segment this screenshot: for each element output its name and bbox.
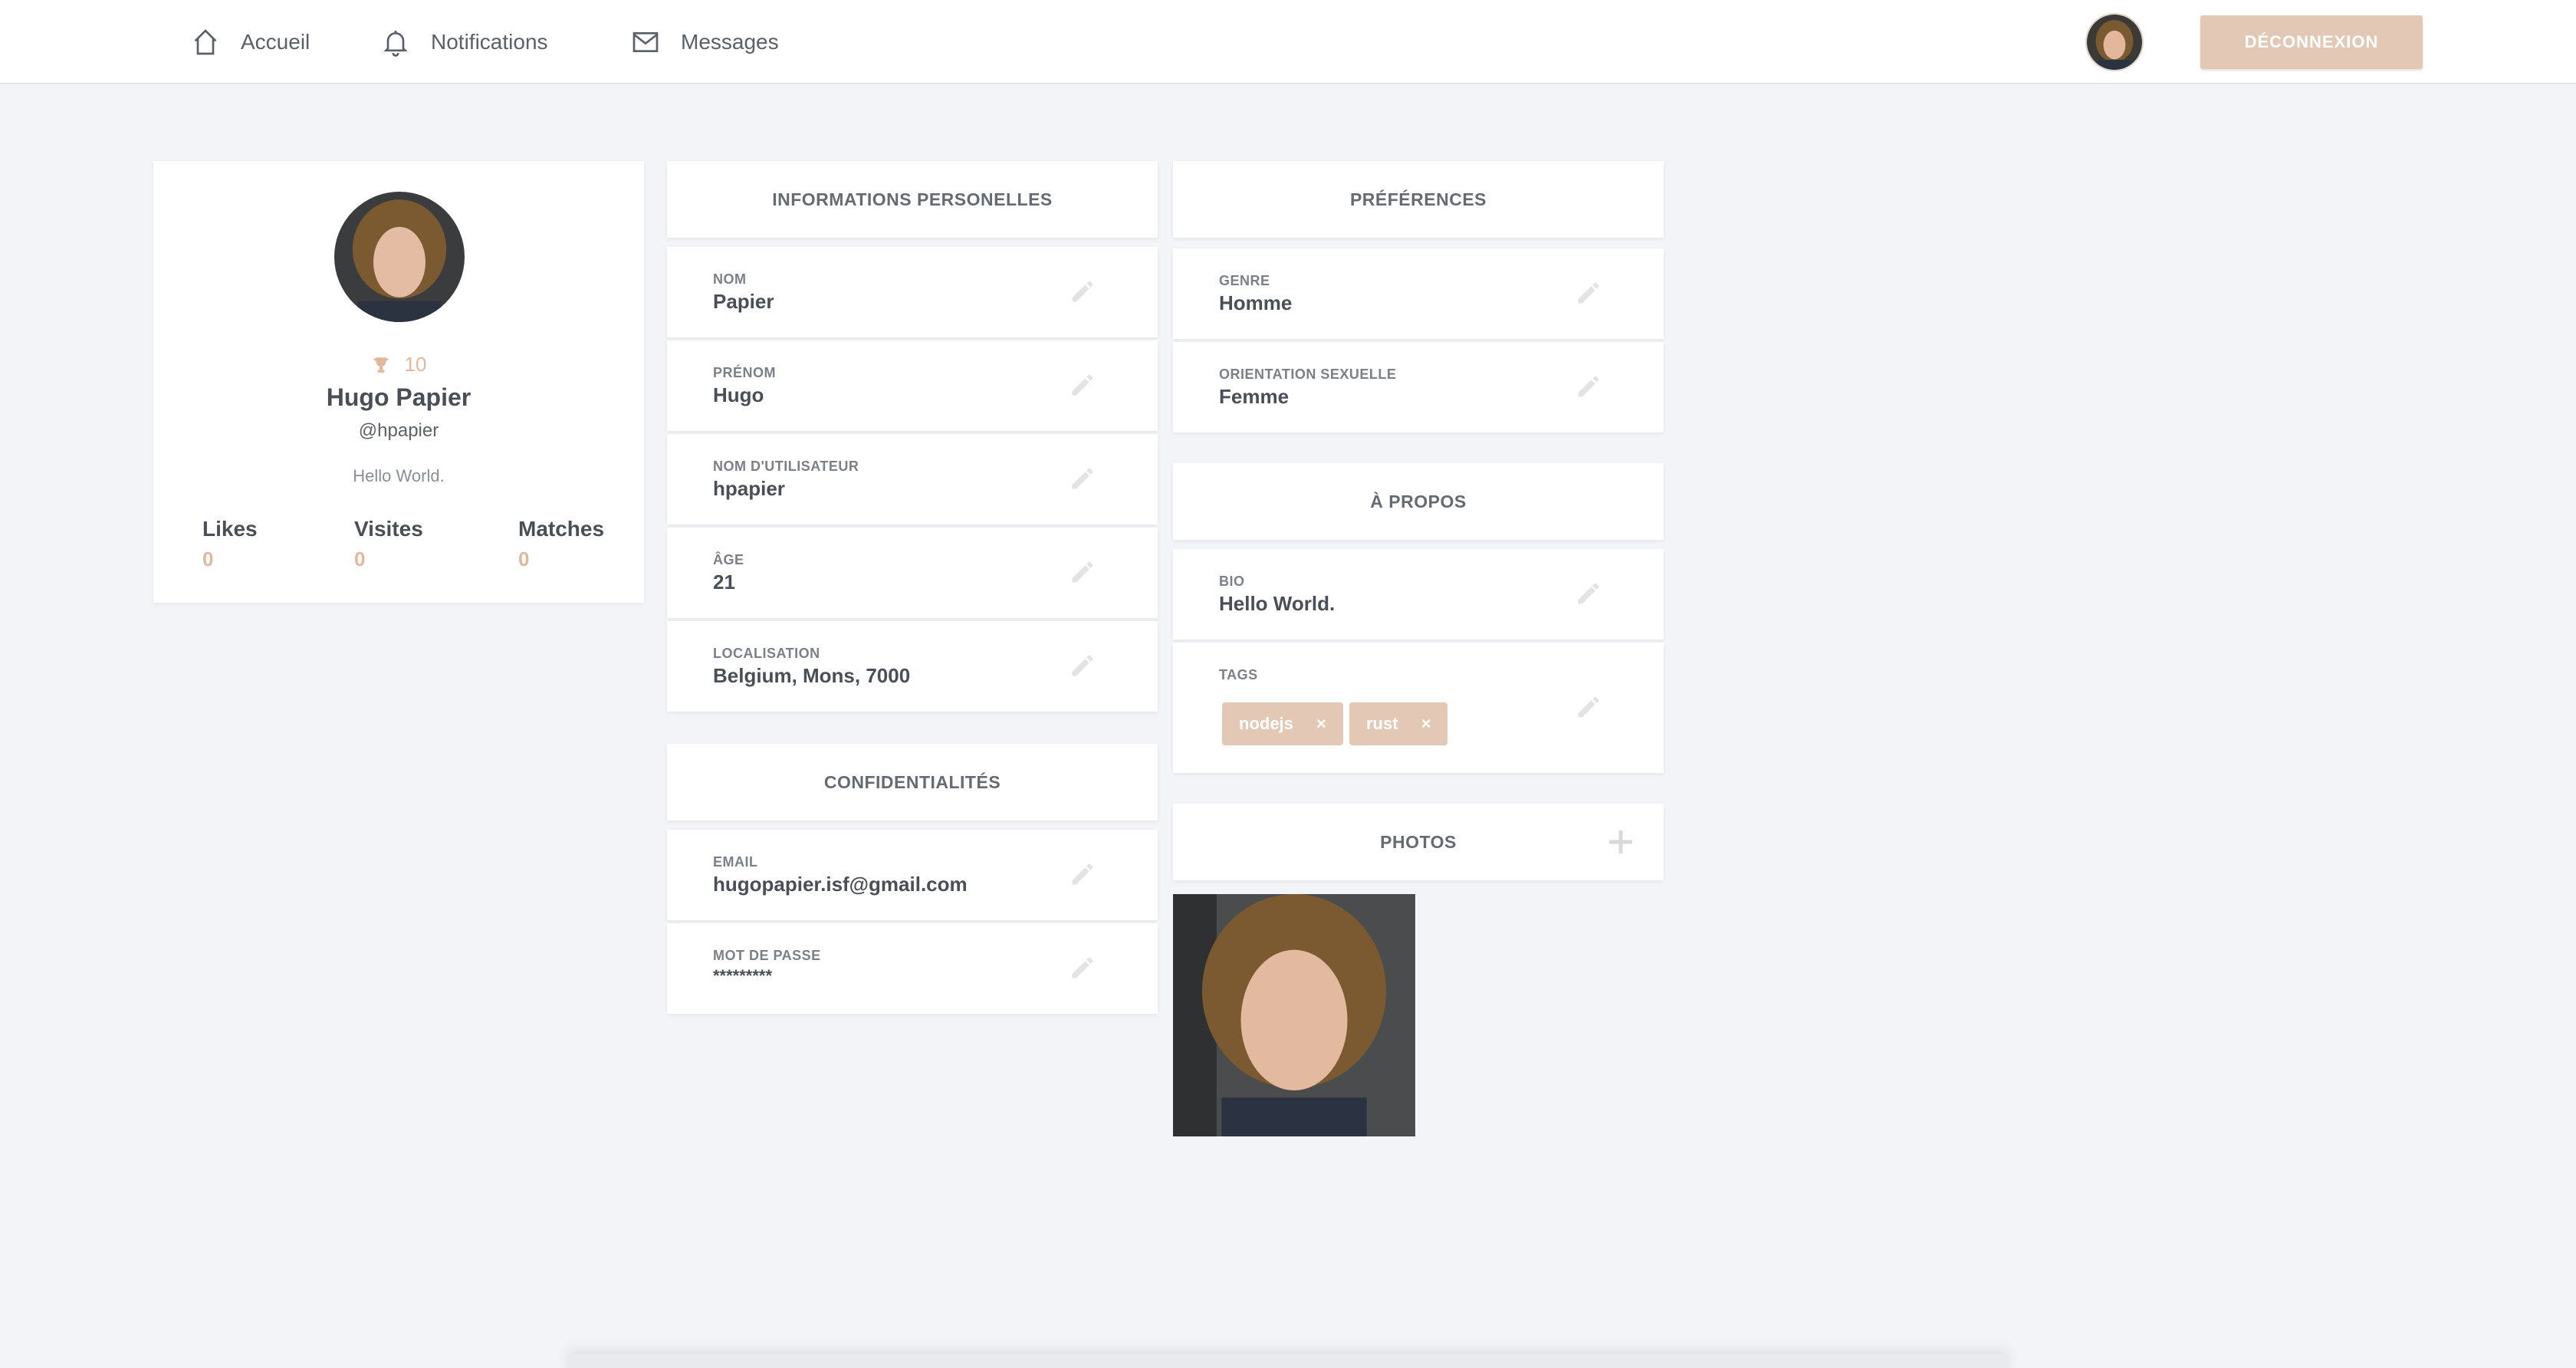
field-label: GENRE xyxy=(1219,273,1270,288)
nav-messages-label: Messages xyxy=(681,30,779,54)
score-value: 10 xyxy=(404,353,427,376)
stat-value: 0 xyxy=(202,548,214,571)
nav-notifications-label: Notifications xyxy=(431,30,548,54)
field-value: Hello World. xyxy=(1219,592,1336,615)
field-value: ********* xyxy=(713,966,773,985)
avatar-portrait-icon xyxy=(2087,15,2142,70)
field-password: MOT DE PASSE ********* xyxy=(667,923,1158,1014)
bell-icon xyxy=(383,31,408,57)
field-value: 21 xyxy=(713,571,735,594)
privacy-header: CONFIDENTIALITÉS xyxy=(667,744,1158,820)
field-label: TAGS xyxy=(1219,667,1258,682)
stat-likes: Likes 0 xyxy=(202,517,258,571)
field-first-name: PRÉNOM Hugo xyxy=(667,340,1158,431)
nav-messages[interactable]: Messages xyxy=(630,0,779,84)
stat-label: Matches xyxy=(518,517,605,541)
stat-value: 0 xyxy=(354,548,366,571)
bottom-panel-edge xyxy=(567,1354,2009,1368)
nav-home[interactable]: Accueil xyxy=(190,0,310,84)
nav-home-label: Accueil xyxy=(241,30,310,54)
field-label: ORIENTATION SEXUELLE xyxy=(1219,367,1397,382)
edit-pencil-icon[interactable] xyxy=(1069,465,1096,492)
logout-button[interactable]: DÉCONNEXION xyxy=(2200,15,2423,69)
stat-matches: Matches 0 xyxy=(518,517,604,571)
about-header: À PROPOS xyxy=(1173,463,1664,540)
field-value: Belgium, Mons, 7000 xyxy=(713,664,911,687)
field-label: LOCALISATION xyxy=(713,646,820,661)
top-navigation-bar: Accueil Notifications Messages DÉCONNEXI… xyxy=(0,0,2576,84)
personal-info-header: INFORMATIONS PERSONELLES xyxy=(667,161,1158,238)
field-value: Femme xyxy=(1219,385,1290,408)
profile-handle: @hpapier xyxy=(358,420,439,441)
field-label: BIO xyxy=(1219,574,1245,589)
nav-notifications[interactable]: Notifications xyxy=(380,0,548,84)
edit-pencil-icon[interactable] xyxy=(1069,371,1096,399)
edit-pencil-icon[interactable] xyxy=(1575,373,1602,400)
field-orientation: ORIENTATION SEXUELLE Femme xyxy=(1173,342,1664,432)
tag-remove-icon[interactable]: × xyxy=(1316,714,1326,734)
stat-label: Likes xyxy=(202,517,258,541)
photos-title: PHOTOS xyxy=(1380,831,1457,852)
edit-pencil-icon[interactable] xyxy=(1069,278,1096,305)
field-tags: TAGS nodejs × rust × xyxy=(1173,643,1664,773)
profile-full-name: Hugo Papier xyxy=(326,383,472,411)
stat-visits: Visites 0 xyxy=(354,517,423,571)
edit-pencil-icon[interactable] xyxy=(1069,860,1096,888)
edit-pencil-icon[interactable] xyxy=(1575,580,1602,607)
field-gender: GENRE Homme xyxy=(1173,248,1664,339)
edit-pencil-icon[interactable] xyxy=(1575,279,1602,307)
preferences-header: PRÉFÉRENCES xyxy=(1173,161,1664,238)
field-value: Papier xyxy=(713,290,774,313)
field-email: EMAIL hugopapier.isf@gmail.com xyxy=(667,830,1158,920)
field-age: ÂGE 21 xyxy=(667,528,1158,618)
field-value: hugopapier.isf@gmail.com xyxy=(713,873,968,896)
tag-label: rust xyxy=(1366,714,1398,733)
tag-remove-icon[interactable]: × xyxy=(1421,714,1431,734)
photo-portrait-icon xyxy=(1173,894,1415,1136)
stat-value: 0 xyxy=(518,548,530,571)
edit-pencil-icon[interactable] xyxy=(1575,693,1602,721)
tag-chip[interactable]: nodejs × xyxy=(1222,702,1343,745)
field-label: MOT DE PASSE xyxy=(713,948,821,963)
edit-pencil-icon[interactable] xyxy=(1069,954,1096,982)
edit-pencil-icon[interactable] xyxy=(1069,558,1096,586)
field-label: ÂGE xyxy=(713,552,744,567)
field-label: PRÉNOM xyxy=(713,365,777,380)
profile-bio: Hello World. xyxy=(353,466,445,485)
field-label: NOM D'UTILISATEUR xyxy=(713,459,859,474)
user-avatar[interactable] xyxy=(2085,13,2144,71)
field-label: NOM xyxy=(713,271,747,287)
field-username: NOM D'UTILISATEUR hpapier xyxy=(667,434,1158,525)
profile-card: 10 Hugo Papier @hpapier Hello World. Lik… xyxy=(153,161,644,603)
edit-pencil-icon[interactable] xyxy=(1069,652,1096,679)
field-location: LOCALISATION Belgium, Mons, 7000 xyxy=(667,621,1158,712)
profile-photo[interactable] xyxy=(1173,894,1415,1136)
add-photo-icon[interactable] xyxy=(1605,827,1636,857)
tag-label: nodejs xyxy=(1239,714,1293,733)
score-display: 10 xyxy=(153,353,644,377)
field-value: Hugo xyxy=(713,383,764,406)
photos-header: PHOTOS xyxy=(1173,804,1664,880)
stat-label: Visites xyxy=(354,517,423,541)
field-label: EMAIL xyxy=(713,854,758,870)
field-value: hpapier xyxy=(713,477,785,500)
home-icon xyxy=(194,29,217,55)
envelope-icon xyxy=(632,32,659,52)
trophy-icon xyxy=(373,357,389,373)
profile-avatar xyxy=(334,192,465,322)
tag-chip[interactable]: rust × xyxy=(1349,702,1448,745)
profile-portrait-icon xyxy=(334,192,465,322)
field-bio: BIO Hello World. xyxy=(1173,549,1664,640)
field-value: Homme xyxy=(1219,291,1293,314)
field-last-name: NOM Papier xyxy=(667,247,1158,337)
